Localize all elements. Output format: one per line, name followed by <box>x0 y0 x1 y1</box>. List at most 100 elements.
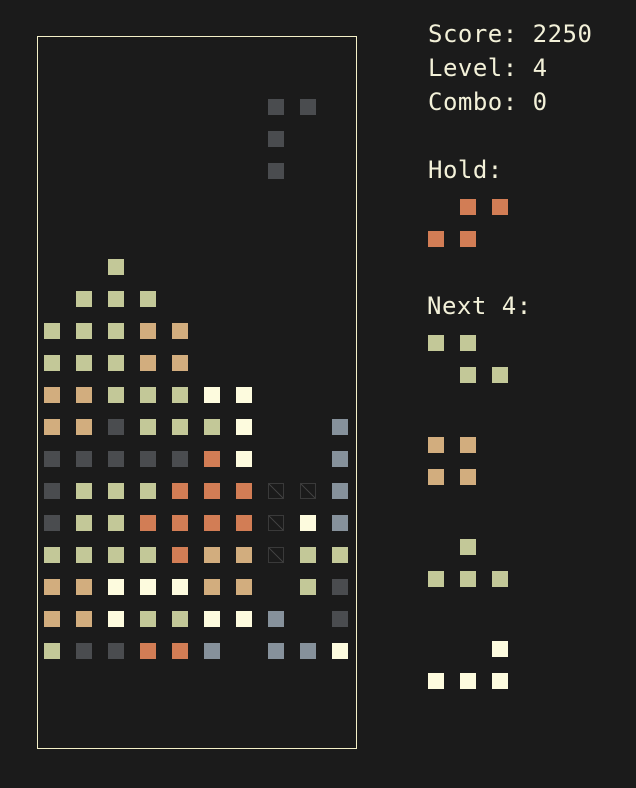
locked-block <box>332 451 348 467</box>
locked-block <box>108 483 124 499</box>
locked-block <box>300 547 316 563</box>
locked-block <box>44 483 60 499</box>
next-label: Next 4: <box>427 292 532 320</box>
locked-block <box>140 483 156 499</box>
locked-block <box>76 419 92 435</box>
locked-block <box>108 291 124 307</box>
locked-block <box>172 547 188 563</box>
next-piece-block <box>460 335 476 351</box>
locked-block <box>76 323 92 339</box>
active-piece-block <box>268 99 284 115</box>
locked-block <box>332 611 348 627</box>
locked-block <box>172 611 188 627</box>
locked-block <box>140 355 156 371</box>
locked-block <box>236 387 252 403</box>
next-piece-block <box>460 571 476 587</box>
locked-block <box>172 483 188 499</box>
next-piece-block <box>428 469 444 485</box>
locked-block <box>236 547 252 563</box>
locked-block <box>204 483 220 499</box>
locked-block <box>108 323 124 339</box>
locked-block <box>108 259 124 275</box>
locked-block <box>140 611 156 627</box>
next-piece-block <box>460 673 476 689</box>
locked-block <box>108 579 124 595</box>
game-board[interactable] <box>37 36 357 749</box>
locked-block <box>76 291 92 307</box>
ghost-piece-block <box>268 515 284 531</box>
next-piece-block <box>492 571 508 587</box>
next-piece-block <box>428 673 444 689</box>
locked-block <box>108 387 124 403</box>
hold-label: Hold: <box>428 156 503 184</box>
locked-block <box>332 515 348 531</box>
next-piece-block <box>460 469 476 485</box>
locked-block <box>172 419 188 435</box>
locked-block <box>76 387 92 403</box>
next-piece-block <box>492 367 508 383</box>
locked-block <box>172 643 188 659</box>
locked-block <box>44 611 60 627</box>
locked-block <box>140 323 156 339</box>
locked-block <box>204 515 220 531</box>
locked-block <box>172 451 188 467</box>
locked-block <box>332 643 348 659</box>
locked-block <box>76 483 92 499</box>
locked-block <box>44 579 60 595</box>
locked-block <box>44 323 60 339</box>
next-piece-block <box>428 437 444 453</box>
locked-block <box>44 547 60 563</box>
locked-block <box>108 419 124 435</box>
hold-piece-block <box>492 199 508 215</box>
locked-block <box>300 579 316 595</box>
locked-block <box>172 323 188 339</box>
locked-block <box>76 611 92 627</box>
locked-block <box>76 579 92 595</box>
next-piece-block <box>428 571 444 587</box>
locked-block <box>236 515 252 531</box>
locked-block <box>172 355 188 371</box>
locked-block <box>108 451 124 467</box>
locked-block <box>332 419 348 435</box>
locked-block <box>44 355 60 371</box>
ghost-piece-block <box>300 483 316 499</box>
locked-block <box>236 419 252 435</box>
next-piece-block <box>492 673 508 689</box>
locked-block <box>268 611 284 627</box>
next-pieces-area <box>428 335 548 715</box>
hold-piece-area <box>428 199 528 259</box>
locked-block <box>108 611 124 627</box>
locked-block <box>140 451 156 467</box>
locked-block <box>300 643 316 659</box>
locked-block <box>76 451 92 467</box>
hold-piece-block <box>460 231 476 247</box>
locked-block <box>204 611 220 627</box>
locked-block <box>204 451 220 467</box>
locked-block <box>300 515 316 531</box>
active-piece-block <box>268 163 284 179</box>
next-piece-block <box>492 641 508 657</box>
locked-block <box>76 643 92 659</box>
locked-block <box>332 547 348 563</box>
locked-block <box>44 387 60 403</box>
active-piece-block <box>268 131 284 147</box>
locked-block <box>44 643 60 659</box>
active-piece-block <box>300 99 316 115</box>
ghost-piece-block <box>268 547 284 563</box>
locked-block <box>204 547 220 563</box>
locked-block <box>108 515 124 531</box>
level-label: Level: <box>428 54 518 82</box>
locked-block <box>108 547 124 563</box>
locked-block <box>172 579 188 595</box>
next-piece-block <box>460 367 476 383</box>
combo-value: 0 <box>532 88 548 116</box>
hold-piece-block <box>428 231 444 247</box>
locked-block <box>44 515 60 531</box>
locked-block <box>44 419 60 435</box>
score-value: 2250 <box>532 20 593 48</box>
next-piece-block <box>460 539 476 555</box>
locked-block <box>332 579 348 595</box>
locked-block <box>140 579 156 595</box>
combo-display: Combo: 0 <box>428 88 548 116</box>
locked-block <box>204 419 220 435</box>
